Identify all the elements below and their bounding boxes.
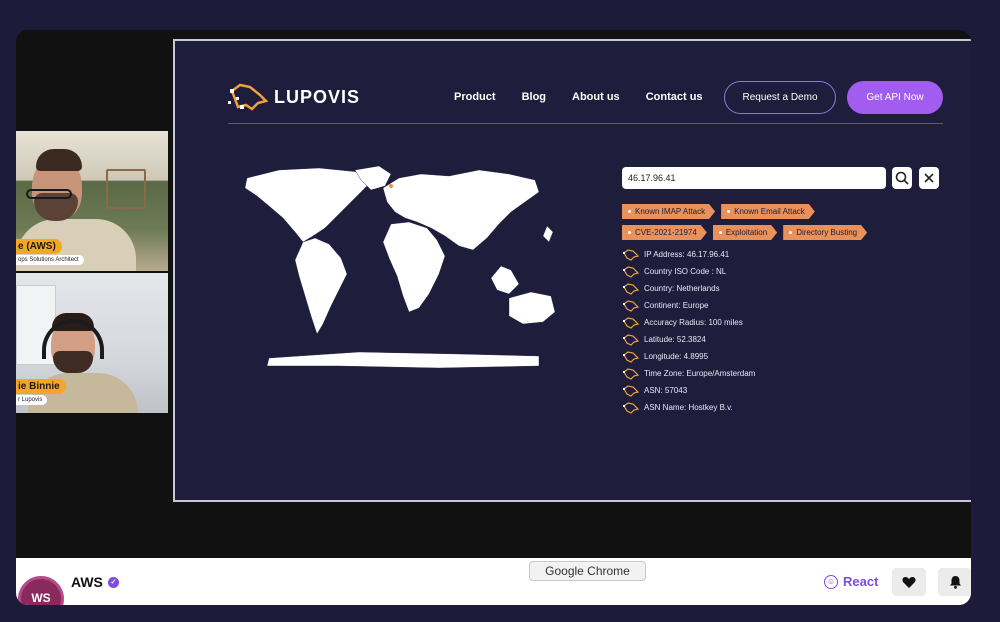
detail-text: Accuracy Radius: 100 miles bbox=[644, 318, 743, 327]
detail-text: ASN Name: Hostkey B.v. bbox=[644, 403, 733, 412]
detail-text: Continent: Europe bbox=[644, 301, 709, 310]
smiley-icon: ☺ bbox=[824, 574, 838, 589]
nav-about[interactable]: About us bbox=[572, 91, 620, 103]
detail-row: Country: Netherlands bbox=[622, 280, 755, 297]
header-divider bbox=[228, 123, 943, 124]
brand-name: LUPOVIS bbox=[274, 86, 361, 107]
detail-row: Latitude: 52.3824 bbox=[622, 331, 755, 348]
participant-name-tag: e (AWS) bbox=[16, 239, 62, 254]
threat-tags: Known IMAP Attack Known Email Attack CVE… bbox=[622, 204, 922, 246]
detail-text: Country: Netherlands bbox=[644, 284, 720, 293]
app-tooltip: Google Chrome bbox=[529, 561, 646, 581]
follow-button[interactable] bbox=[892, 568, 926, 596]
tag-row: CVE-2021-21974 Exploitation Directory Bu… bbox=[622, 225, 922, 240]
search-icon bbox=[895, 171, 909, 185]
get-api-button[interactable]: Get API Now bbox=[847, 81, 943, 114]
wolf-logo-icon bbox=[228, 83, 268, 111]
participant-role-tag: ops Solutions Architect bbox=[16, 255, 84, 265]
nav-contact[interactable]: Contact us bbox=[646, 91, 703, 103]
lupovis-mark-icon bbox=[623, 333, 640, 346]
bookshelf bbox=[106, 169, 146, 209]
nav-product[interactable]: Product bbox=[454, 91, 496, 103]
world-map bbox=[244, 166, 556, 369]
participant-name-tag: ie Binnie bbox=[16, 379, 66, 394]
lupovis-mark-icon bbox=[623, 282, 640, 295]
channel-bar: WS AWS ✓ ☺ React bbox=[16, 558, 971, 605]
detail-text: Latitude: 52.3824 bbox=[644, 335, 706, 344]
detail-row: ASN: 57043 bbox=[622, 382, 755, 399]
react-button[interactable]: ☺ React bbox=[824, 574, 878, 589]
detail-row: Longitude: 4.8995 bbox=[622, 348, 755, 365]
notifications-button[interactable] bbox=[938, 568, 971, 596]
participant-video-1[interactable]: e (AWS) ops Solutions Architect bbox=[16, 131, 168, 271]
lupovis-mark-icon bbox=[623, 384, 640, 397]
detail-text: IP Address: 46.17.96.41 bbox=[644, 250, 730, 259]
verified-badge-icon: ✓ bbox=[107, 576, 119, 588]
lupovis-mark-icon bbox=[623, 299, 640, 312]
detail-row: Time Zone: Europe/Amsterdam bbox=[622, 365, 755, 382]
detail-row: IP Address: 46.17.96.41 bbox=[622, 246, 755, 263]
detail-row: Accuracy Radius: 100 miles bbox=[622, 314, 755, 331]
lupovis-mark-icon bbox=[623, 248, 640, 261]
site-nav: Product Blog About us Contact us bbox=[454, 91, 703, 103]
stream-window: e (AWS) ops Solutions Architect ie Binni… bbox=[16, 30, 971, 605]
site-header: LUPOVIS Product Blog About us Contact us… bbox=[228, 81, 943, 123]
ip-details-list: IP Address: 46.17.96.41 Country ISO Code… bbox=[622, 246, 755, 416]
lupovis-mark-icon bbox=[623, 316, 640, 329]
threat-tag: Known IMAP Attack bbox=[622, 204, 715, 219]
channel-avatar[interactable]: WS bbox=[18, 576, 64, 605]
detail-row: Continent: Europe bbox=[622, 297, 755, 314]
ip-search-input[interactable]: 46.17.96.41 bbox=[622, 167, 886, 189]
detail-text: Time Zone: Europe/Amsterdam bbox=[644, 369, 756, 378]
participant-video-2[interactable]: ie Binnie r Lupovis bbox=[16, 273, 168, 413]
glasses bbox=[26, 189, 72, 199]
threat-tag: Directory Busting bbox=[783, 225, 867, 240]
detail-row: Country ISO Code : NL bbox=[622, 263, 755, 280]
close-icon bbox=[924, 173, 934, 183]
detail-row: ASN Name: Hostkey B.v. bbox=[622, 399, 755, 416]
shared-screen: LUPOVIS Product Blog About us Contact us… bbox=[173, 39, 971, 502]
channel-name: AWS bbox=[71, 574, 103, 590]
threat-tag: CVE-2021-21974 bbox=[622, 225, 707, 240]
detail-text: Longitude: 4.8995 bbox=[644, 352, 709, 361]
lupovis-mark-icon bbox=[623, 401, 640, 414]
lupovis-mark-icon bbox=[623, 367, 640, 380]
request-demo-button[interactable]: Request a Demo bbox=[724, 81, 836, 114]
nav-blog[interactable]: Blog bbox=[522, 91, 546, 103]
detail-text: ASN: 57043 bbox=[644, 386, 688, 395]
lupovis-mark-icon bbox=[623, 265, 640, 278]
search-button[interactable] bbox=[892, 167, 912, 189]
bell-icon bbox=[949, 576, 961, 589]
site-logo[interactable]: LUPOVIS bbox=[228, 81, 360, 113]
tag-row: Known IMAP Attack Known Email Attack bbox=[622, 204, 922, 219]
clear-button[interactable] bbox=[919, 167, 939, 189]
heart-icon bbox=[902, 576, 916, 588]
threat-tag: Exploitation bbox=[713, 225, 777, 240]
react-label: React bbox=[843, 574, 879, 589]
participant-hair bbox=[36, 149, 82, 171]
threat-tag: Known Email Attack bbox=[721, 204, 815, 219]
participant-role-tag: r Lupovis bbox=[16, 395, 48, 405]
lupovis-mark-icon bbox=[623, 350, 640, 363]
channel-info[interactable]: AWS ✓ bbox=[71, 574, 119, 590]
ip-location-marker bbox=[389, 184, 393, 188]
detail-text: Country ISO Code : NL bbox=[644, 267, 727, 276]
